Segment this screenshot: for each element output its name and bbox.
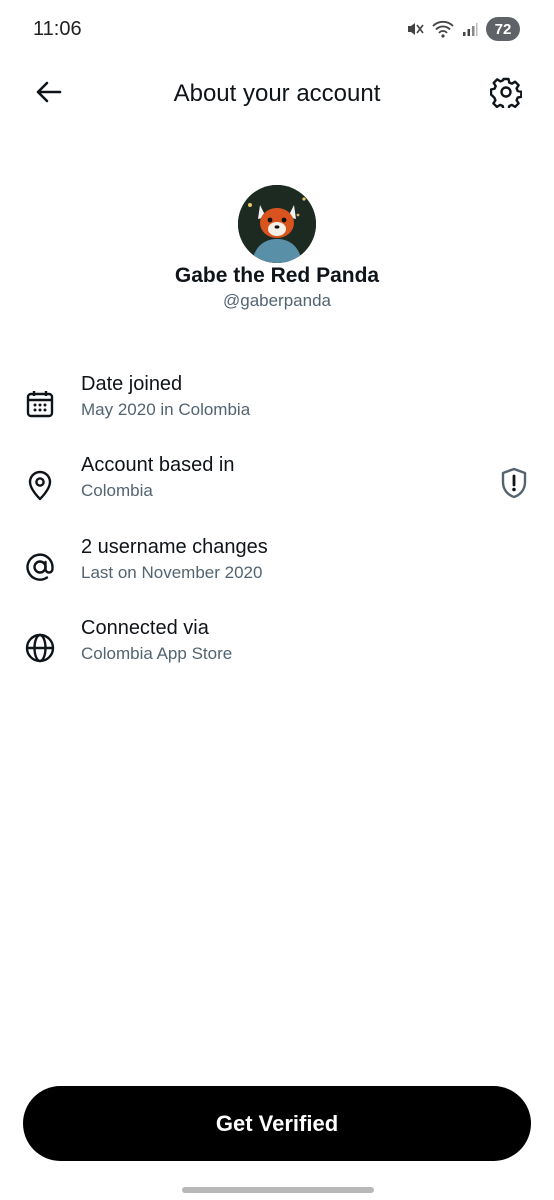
display-name: Gabe the Red Panda <box>174 264 380 287</box>
signal-icon <box>462 21 478 37</box>
info-subtitle: Colombia App Store <box>81 644 233 663</box>
username-handle: @gaberpanda <box>222 291 331 310</box>
muted-icon <box>406 20 424 38</box>
info-subtitle: Colombia <box>81 481 153 500</box>
globe-icon <box>22 630 58 666</box>
info-subtitle: May 2020 in Colombia <box>81 400 251 419</box>
location-pin-icon <box>22 467 58 503</box>
info-title: Connected via <box>81 617 209 639</box>
info-row-date-joined: Date joined May 2020 in Colombia <box>0 370 554 434</box>
gear-icon <box>489 76 523 113</box>
shield-alert-icon[interactable] <box>498 465 530 501</box>
at-sign-icon <box>22 549 58 585</box>
avatar[interactable] <box>238 185 316 263</box>
page-title: About your account <box>173 80 381 107</box>
settings-button[interactable] <box>486 74 526 114</box>
info-title: Date joined <box>81 373 183 395</box>
status-icons: 72 <box>406 17 520 41</box>
info-row-connected-via: Connected via Colombia App Store <box>0 614 554 678</box>
get-verified-button[interactable]: Get Verified <box>23 1086 531 1161</box>
calendar-icon <box>22 386 58 422</box>
status-bar: 11:06 72 <box>0 0 554 60</box>
wifi-icon <box>432 20 454 38</box>
info-subtitle: Last on November 2020 <box>81 563 263 582</box>
gesture-nav-handle[interactable] <box>182 1187 374 1193</box>
status-time: 11:06 <box>33 18 82 40</box>
info-title: 2 username changes <box>81 536 268 558</box>
battery-indicator: 72 <box>486 17 520 41</box>
info-title: Account based in <box>81 454 235 476</box>
top-app-bar: About your account <box>0 60 554 128</box>
info-row-account-based-in: Account based in Colombia <box>0 451 554 515</box>
info-row-username-changes: 2 username changes Last on November 2020 <box>0 533 554 597</box>
